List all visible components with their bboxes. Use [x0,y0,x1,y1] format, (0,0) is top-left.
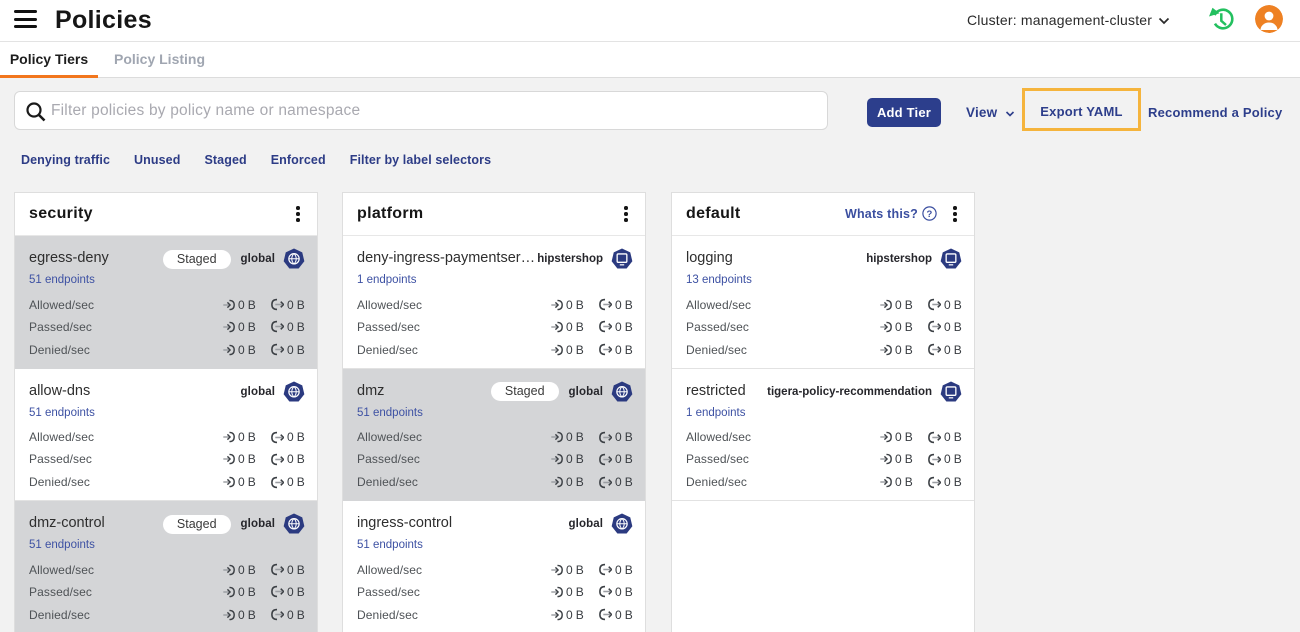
svg-text:?: ? [926,209,932,220]
